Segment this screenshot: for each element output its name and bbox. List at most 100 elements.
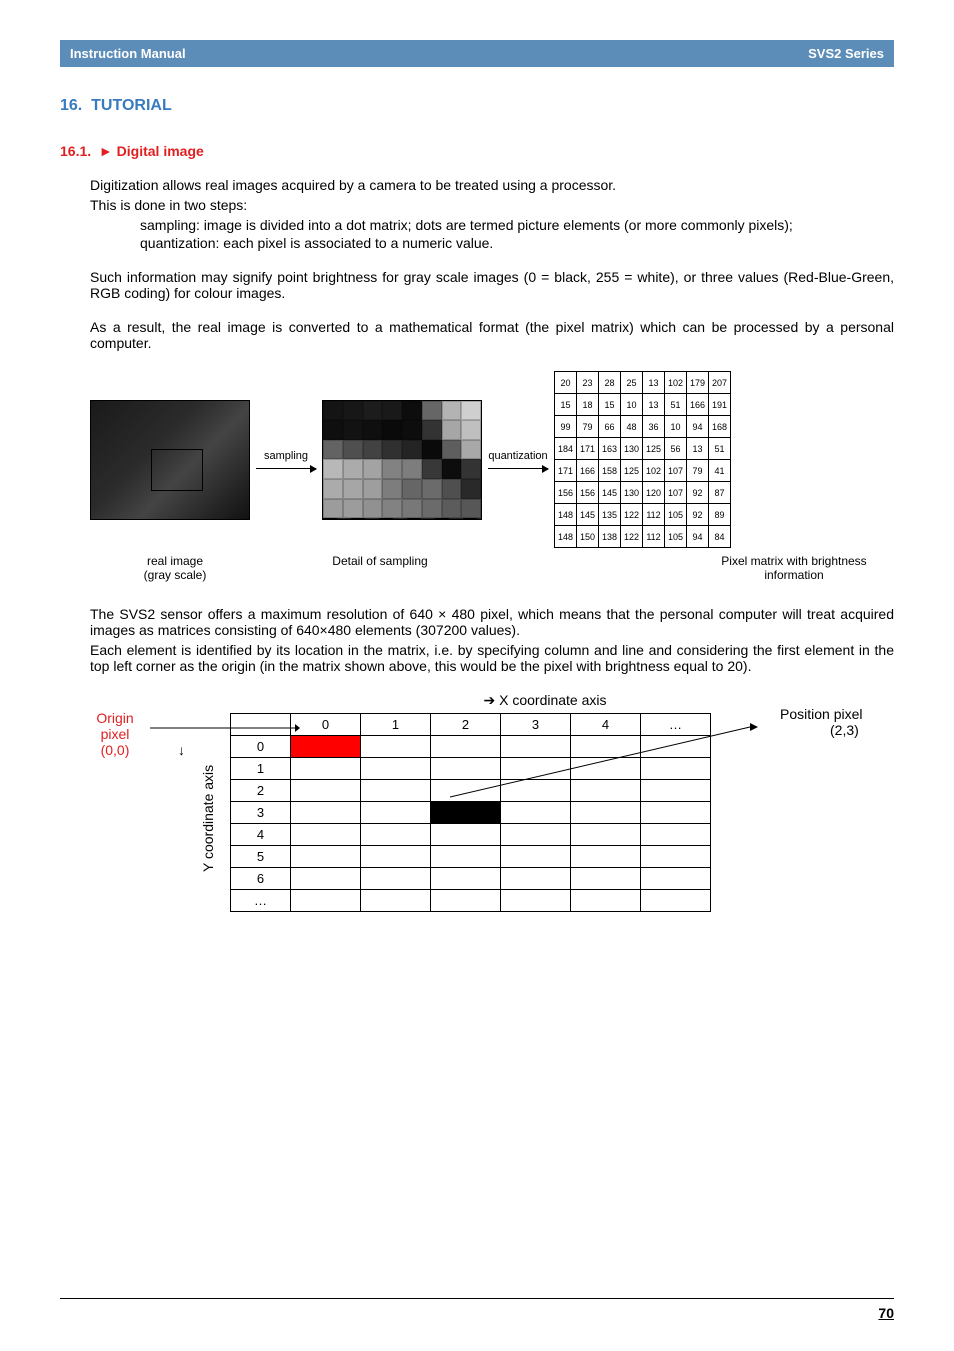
matrix-cell: 89 — [709, 504, 731, 526]
matrix-cell: 150 — [577, 526, 599, 548]
coord-cell — [291, 802, 361, 824]
matrix-cell: 84 — [709, 526, 731, 548]
matrix-cell: 107 — [665, 482, 687, 504]
matrix-cell: 171 — [577, 438, 599, 460]
after-block: The SVS2 sensor offers a maximum resolut… — [90, 606, 894, 674]
heading-sub-num: 16.1. — [60, 143, 91, 159]
matrix-cell: 92 — [687, 504, 709, 526]
coordinate-figure: ➔ X coordinate axis Origin pixel (0,0) P… — [90, 692, 840, 912]
matrix-cell: 156 — [577, 482, 599, 504]
y-axis-title: Y coordinate axis — [200, 765, 216, 872]
y-axis-arrow: ↓ — [178, 742, 185, 758]
row-header: 5 — [231, 846, 291, 868]
coord-cell — [361, 890, 431, 912]
matrix-cell: 28 — [599, 372, 621, 394]
col-header: 2 — [431, 714, 501, 736]
coord-cell — [431, 890, 501, 912]
matrix-cell: 145 — [599, 482, 621, 504]
coord-cell — [571, 824, 641, 846]
matrix-cell: 179 — [687, 372, 709, 394]
matrix-cell: 184 — [555, 438, 577, 460]
caption-detail: Detail of sampling — [260, 554, 500, 582]
coord-cell — [501, 780, 571, 802]
matrix-cell: 23 — [577, 372, 599, 394]
col-header: … — [641, 714, 711, 736]
step-sampling: sampling: image is divided into a dot ma… — [140, 217, 894, 233]
position-pixel-label: Position pixel (2,3) — [780, 706, 920, 738]
caption-real: real image (gray scale) — [90, 554, 260, 582]
x-axis-title: ➔ X coordinate axis — [250, 692, 840, 709]
result-para: As a result, the real image is converted… — [90, 319, 894, 351]
header-right: SVS2 Series — [808, 46, 884, 61]
matrix-cell: 166 — [577, 460, 599, 482]
after-para-1: The SVS2 sensor offers a maximum resolut… — [90, 606, 894, 638]
col-header: 1 — [361, 714, 431, 736]
matrix-cell: 56 — [665, 438, 687, 460]
heading-main: 16. TUTORIAL — [60, 97, 894, 115]
coord-cell — [501, 824, 571, 846]
coord-cell — [501, 758, 571, 780]
page-number: 70 — [878, 1305, 894, 1321]
matrix-cell: 10 — [621, 394, 643, 416]
row-header: 1 — [231, 758, 291, 780]
matrix-cell: 94 — [687, 416, 709, 438]
row-header: 2 — [231, 780, 291, 802]
coord-cell — [641, 846, 711, 868]
matrix-cell: 20 — [555, 372, 577, 394]
coord-cell — [571, 846, 641, 868]
matrix-cell: 87 — [709, 482, 731, 504]
matrix-cell: 94 — [687, 526, 709, 548]
coord-cell — [571, 802, 641, 824]
coord-cell — [361, 780, 431, 802]
coord-cell — [291, 780, 361, 802]
heading-main-text: TUTORIAL — [91, 97, 172, 114]
coord-cell — [641, 890, 711, 912]
matrix-cell: 168 — [709, 416, 731, 438]
coord-cell — [291, 846, 361, 868]
coord-cell — [571, 736, 641, 758]
arrow-sampling: sampling — [256, 450, 316, 469]
matrix-cell: 156 — [555, 482, 577, 504]
matrix-cell: 130 — [621, 482, 643, 504]
coord-cell — [571, 890, 641, 912]
matrix-cell: 122 — [621, 504, 643, 526]
coord-cell — [291, 890, 361, 912]
matrix-cell: 36 — [643, 416, 665, 438]
heading-sub-marker: ► — [99, 143, 113, 159]
matrix-cell: 112 — [643, 504, 665, 526]
matrix-cell: 79 — [577, 416, 599, 438]
col-header: 3 — [501, 714, 571, 736]
coord-cell — [431, 868, 501, 890]
figure-pixel-matrix: 2023282513102179207151815101351166191997… — [554, 371, 731, 548]
heading-sub-text: Digital image — [117, 143, 204, 159]
matrix-cell: 13 — [687, 438, 709, 460]
coord-cell — [501, 890, 571, 912]
matrix-cell: 51 — [665, 394, 687, 416]
matrix-cell: 145 — [577, 504, 599, 526]
after-para-2: Each element is identified by its locati… — [90, 642, 894, 674]
arrow-quantization: quantization — [488, 450, 548, 469]
figure-real-image — [90, 400, 250, 520]
coord-cell — [431, 736, 501, 758]
matrix-cell: 15 — [555, 394, 577, 416]
header-bar: Instruction Manual SVS2 Series — [60, 40, 894, 67]
coord-cell — [361, 824, 431, 846]
matrix-cell: 10 — [665, 416, 687, 438]
row-header: 3 — [231, 802, 291, 824]
matrix-cell: 48 — [621, 416, 643, 438]
matrix-cell: 122 — [621, 526, 643, 548]
col-header: 0 — [291, 714, 361, 736]
matrix-cell: 138 — [599, 526, 621, 548]
coord-cell — [501, 736, 571, 758]
coord-cell — [641, 736, 711, 758]
info-para: Such information may signify point brigh… — [90, 269, 894, 301]
step-quantization: quantization: each pixel is associated t… — [140, 235, 894, 251]
matrix-cell: 135 — [599, 504, 621, 526]
matrix-cell: 112 — [643, 526, 665, 548]
matrix-cell: 66 — [599, 416, 621, 438]
label-quantization: quantization — [488, 450, 548, 462]
intro-line-2: This is done in two steps: — [90, 197, 894, 213]
matrix-cell: 15 — [599, 394, 621, 416]
matrix-cell: 120 — [643, 482, 665, 504]
matrix-cell: 92 — [687, 482, 709, 504]
